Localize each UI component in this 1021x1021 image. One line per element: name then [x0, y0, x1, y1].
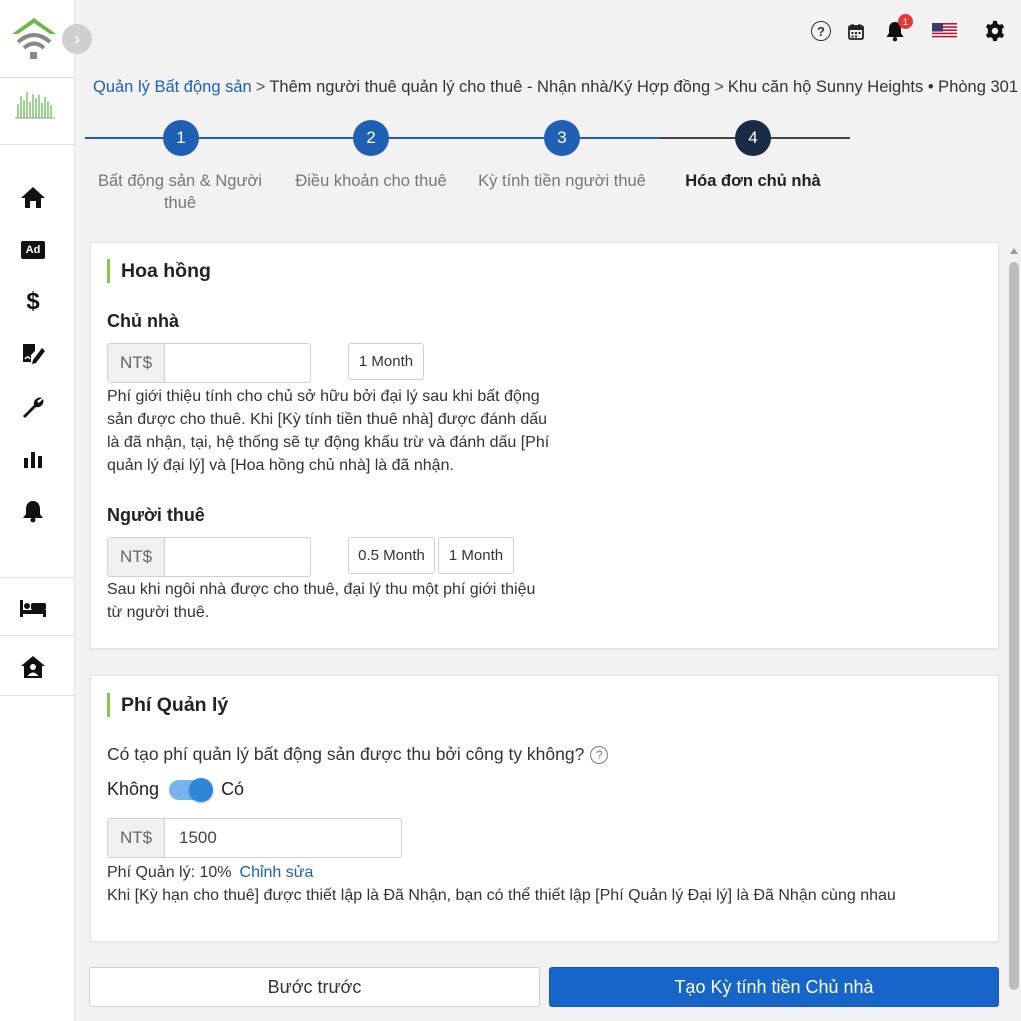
bell-icon[interactable]	[19, 497, 47, 525]
bed-icon[interactable]	[19, 594, 47, 622]
step-3-label: Kỳ tính tiền người thuê	[478, 172, 646, 190]
landlord-label: Chủ nhà	[107, 311, 179, 331]
previous-step-button[interactable]: Bước trước	[89, 967, 540, 1007]
toggle-knob	[189, 777, 214, 802]
tenant-commission-value[interactable]	[165, 538, 310, 576]
step-4-circle[interactable]: 4	[735, 120, 771, 156]
sidebar-divider	[0, 635, 75, 636]
chevron-right-icon: ›	[74, 28, 80, 49]
breadcrumb-separator: >	[714, 78, 724, 96]
currency-prefix: NT$	[108, 344, 165, 382]
management-fee-toggle-row: Không Có	[107, 777, 245, 802]
currency-prefix: NT$	[108, 538, 165, 576]
ad-icon[interactable]: Ad	[19, 236, 47, 264]
wrench-icon[interactable]	[19, 393, 47, 421]
breadcrumb: Quản lý Bất động sản > Thêm người thuê quả…	[93, 78, 1018, 97]
create-landlord-billing-button[interactable]: Tạo Kỳ tính tiền Chủ nhà	[549, 967, 999, 1007]
commission-card: Hoa hồng Chủ nhà NT$ 1 Month Phí giới th…	[90, 242, 999, 649]
breadcrumb-item-unit: Khu căn hộ Sunny Heights • Phòng 301	[727, 78, 1019, 96]
management-fee-rate-line: Phí Quản lý: 10% Chỉnh sửa	[107, 864, 313, 882]
tenant-commission-input[interactable]: NT$	[107, 537, 311, 577]
tenant-label: Người thuê	[107, 505, 205, 525]
management-fee-question-text: Có tạo phí quản lý bất động sản được thu…	[107, 744, 585, 764]
currency-prefix: NT$	[108, 819, 165, 857]
management-fee-input[interactable]: NT$ 1500	[107, 818, 402, 858]
house-user-icon[interactable]	[19, 653, 47, 681]
sidebar-divider	[0, 144, 75, 145]
management-fee-card: Phí Quản lý Có tạo phí quản lý bất động …	[90, 675, 999, 942]
step-3-circle[interactable]: 3	[544, 120, 580, 156]
scroll-up-arrow-icon[interactable]	[1010, 248, 1018, 254]
sidebar-divider	[0, 77, 75, 78]
step-1-label: Bất động sản & Người thuê	[97, 172, 263, 212]
tenant-0-5-month-chip[interactable]: 0.5 Month	[348, 537, 435, 574]
scroll-thumb[interactable]	[1009, 262, 1019, 990]
notification-badge: 1	[898, 14, 913, 29]
expand-sidebar-button[interactable]: ›	[62, 24, 92, 54]
sidebar-divider	[0, 577, 75, 578]
management-fee-note: Khi [Kỳ hạn cho thuê] được thiết lập là …	[107, 887, 896, 904]
landlord-commission-input[interactable]: NT$	[107, 343, 311, 383]
management-fee-value[interactable]: 1500	[165, 819, 401, 857]
stepper: 1 2 3 4 Bất động sản & Người thuê Điều k…	[85, 118, 850, 218]
sidebar-divider	[0, 695, 75, 696]
tenant-commission-description: Sau khi ngôi nhà được cho thuê, đại lý t…	[107, 581, 536, 621]
step-4-label: Hóa đơn chủ nhà	[685, 172, 821, 190]
landlord-commission-value[interactable]	[165, 344, 310, 382]
top-bar: ? 1	[75, 0, 1021, 62]
management-fee-toggle[interactable]	[169, 777, 214, 802]
gear-icon[interactable]	[982, 18, 1008, 44]
breadcrumb-separator: >	[255, 78, 266, 96]
breadcrumb-item-add-tenant: Thêm người thuê quản lý cho thuê - Nhận …	[269, 78, 711, 96]
tenant-1-month-chip[interactable]: 1 Month	[438, 537, 514, 574]
contract-icon[interactable]	[19, 340, 47, 368]
step-2-circle[interactable]: 2	[353, 120, 389, 156]
commission-section-title: Hoa hồng	[107, 259, 211, 283]
edit-fee-link[interactable]: Chỉnh sửa	[240, 864, 314, 881]
toggle-off-label: Không	[107, 779, 160, 799]
sidebar: › Ad $	[0, 0, 92, 1021]
management-section-title: Phí Quản lý	[107, 693, 228, 717]
step-2-label: Điều khoản cho thuê	[295, 172, 447, 190]
user-avatar[interactable]	[12, 86, 58, 126]
toggle-on-label: Có	[221, 779, 245, 799]
landlord-commission-description: Phí giới thiệu tính cho chủ sở hữu bởi đ…	[107, 388, 550, 474]
landlord-1-month-chip[interactable]: 1 Month	[348, 343, 424, 380]
notification-bell-icon[interactable]: 1	[882, 14, 913, 44]
breadcrumb-link-property-management[interactable]: Quản lý Bất động sản	[93, 78, 252, 96]
wifi-home-logo-icon[interactable]	[8, 14, 60, 64]
us-flag-icon[interactable]	[931, 18, 957, 44]
help-icon[interactable]: ?	[808, 18, 834, 44]
calendar-icon[interactable]	[843, 18, 869, 44]
dollar-icon[interactable]: $	[19, 288, 47, 316]
step-1-circle[interactable]: 1	[163, 120, 199, 156]
management-fee-rate: Phí Quản lý: 10%	[107, 864, 232, 881]
home-icon[interactable]	[19, 183, 47, 211]
question-help-icon[interactable]: ?	[590, 745, 609, 764]
management-fee-question: Có tạo phí quản lý bất động sản được thu…	[107, 744, 609, 765]
chart-icon[interactable]	[19, 445, 47, 473]
scrollbar[interactable]	[1008, 248, 1020, 1008]
